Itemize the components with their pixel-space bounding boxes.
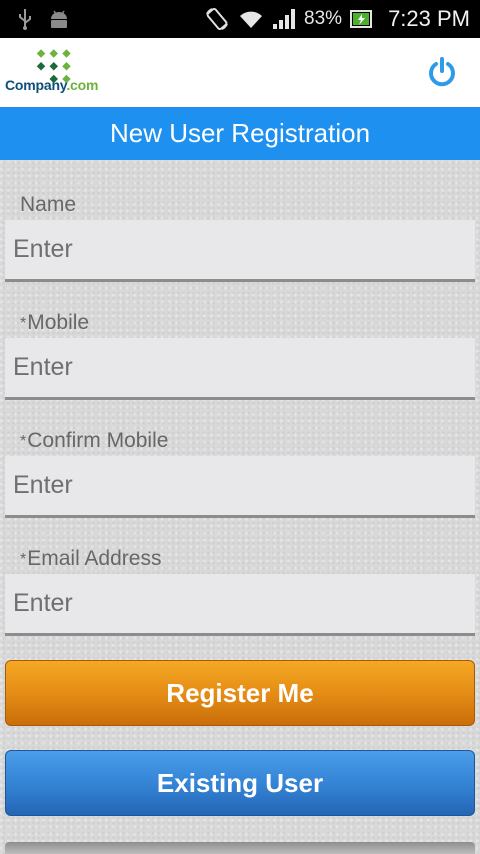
mobile-label: *Mobile — [20, 311, 90, 334]
usb-icon — [19, 9, 31, 30]
signal-icon — [273, 9, 296, 29]
confirm-mobile-label: *Confirm Mobile — [20, 429, 169, 452]
existing-user-button[interactable]: Existing User — [5, 750, 475, 816]
confirm-mobile-field[interactable] — [5, 456, 475, 518]
mobile-field[interactable] — [5, 338, 475, 400]
company-logo-icon — [36, 49, 71, 84]
company-logo-text: Company.com — [5, 77, 99, 93]
required-marker: * — [20, 551, 27, 568]
status-bar: 83% 7:23 PM — [0, 0, 480, 38]
required-marker: * — [20, 433, 27, 450]
wifi-icon — [240, 11, 263, 28]
status-bar-left — [0, 8, 70, 30]
name-label: Name — [20, 193, 77, 216]
page-title: New User Registration — [0, 107, 480, 160]
power-icon[interactable] — [426, 56, 458, 88]
status-bar-right: 83% 7:23 PM — [204, 6, 480, 32]
android-icon — [51, 10, 67, 28]
registration-form: Name *Mobile *Confirm Mobile *Email Addr… — [0, 160, 480, 854]
battery-charging-icon — [350, 10, 373, 28]
required-marker: * — [20, 315, 27, 332]
clock: 7:23 PM — [388, 6, 470, 31]
email-label: *Email Address — [20, 547, 162, 570]
name-field[interactable] — [5, 220, 475, 282]
bottom-panel-edge — [5, 842, 475, 854]
rotate-icon — [206, 7, 228, 31]
email-field[interactable] — [5, 574, 475, 636]
battery-percent: 83% — [304, 8, 343, 29]
register-button[interactable]: Register Me — [5, 660, 475, 726]
app-header: Company.com — [0, 38, 480, 107]
